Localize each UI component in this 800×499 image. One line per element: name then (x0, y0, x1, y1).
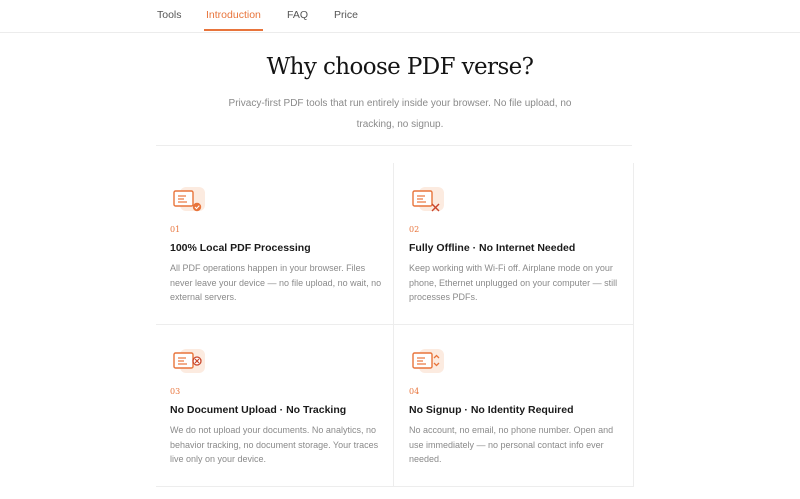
top-nav: Tools Introduction FAQ Price (0, 0, 800, 33)
feature-description: All PDF operations happen in your browse… (170, 263, 382, 302)
nav-tab-faq[interactable]: FAQ (287, 0, 308, 31)
nav-tab-tools[interactable]: Tools (157, 0, 182, 31)
feature-number: 02 (409, 225, 420, 234)
feature-card-offline: 02 Fully Offline · No Internet Needed Ke… (395, 163, 617, 324)
section-divider (156, 145, 632, 146)
feature-description: We do not upload your documents. No anal… (170, 425, 379, 464)
feature-number: 04 (409, 387, 420, 396)
features-grid: 01 100% Local PDF Processing All PDF ope… (156, 163, 634, 487)
feature-description: No account, no email, no phone number. O… (409, 425, 614, 464)
feature-title: No Signup · No Identity Required (409, 404, 574, 416)
document-no-upload-icon (171, 347, 207, 379)
document-offline-icon (410, 185, 446, 217)
document-sort-icon (410, 347, 446, 379)
section-subtitle: Privacy-first PDF tools that run entirel… (228, 98, 572, 130)
section-title: Why choose PDF verse? (266, 54, 534, 80)
feature-card-no-signup: 04 No Signup · No Identity Required No a… (395, 325, 617, 486)
nav-tab-introduction[interactable]: Introduction (204, 0, 263, 31)
feature-title: No Document Upload · No Tracking (170, 404, 347, 416)
page: Tools Introduction FAQ Price Why choose … (0, 0, 800, 499)
feature-card-local-processing: 01 100% Local PDF Processing All PDF ope… (156, 163, 381, 324)
feature-description: Keep working with Wi-Fi off. Airplane mo… (409, 263, 618, 302)
feature-title: Fully Offline · No Internet Needed (409, 242, 576, 254)
feature-card-no-upload: 03 No Document Upload · No Tracking We d… (156, 325, 378, 486)
nav-tab-price[interactable]: Price (334, 0, 358, 31)
document-check-icon (171, 185, 207, 217)
feature-number: 01 (170, 225, 181, 234)
feature-title: 100% Local PDF Processing (170, 242, 311, 254)
feature-number: 03 (170, 387, 181, 396)
